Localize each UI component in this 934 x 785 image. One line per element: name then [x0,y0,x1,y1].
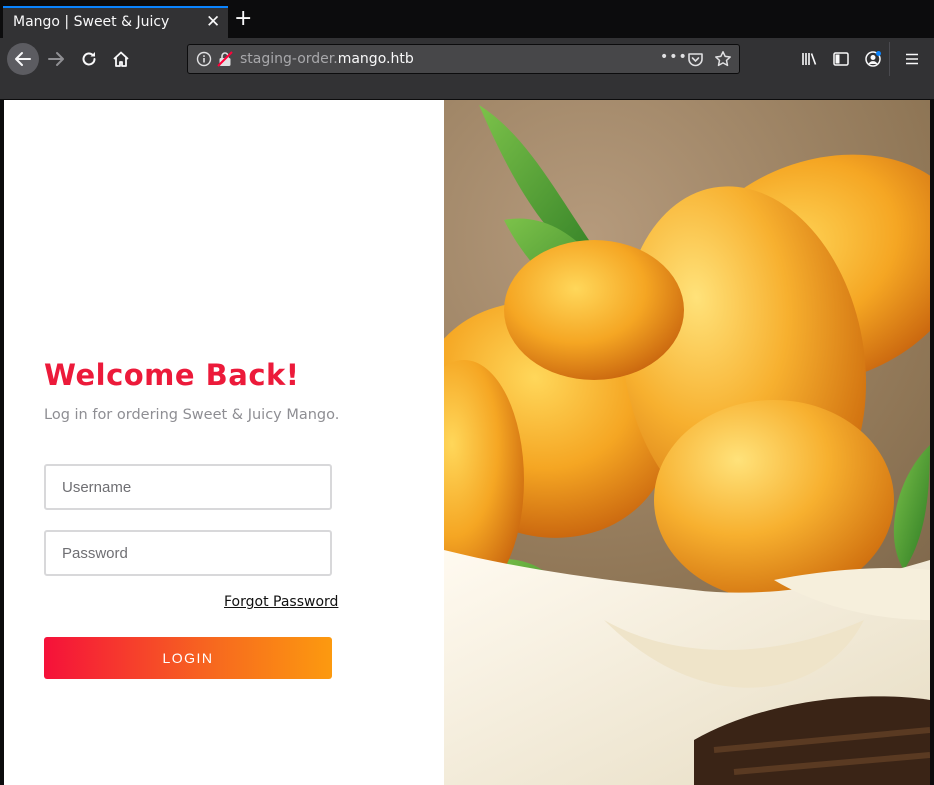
insecure-lock-icon[interactable] [217,51,233,67]
navigation-toolbar: staging-order.mango.htb ••• [0,38,934,100]
tab-strip: Mango | Sweet & Juicy ✕ + [0,0,934,38]
address-bar[interactable]: staging-order.mango.htb ••• [187,44,740,74]
url-subdomain: staging-order. [240,51,338,67]
url-text[interactable]: staging-order.mango.htb [240,51,414,67]
url-domain: mango.htb [337,51,414,67]
login-subtitle: Log in for ordering Sweet & Juicy Mango. [44,407,340,423]
welcome-heading: Welcome Back! [44,358,300,392]
pocket-icon[interactable] [687,51,704,68]
info-icon[interactable] [196,51,212,67]
login-button[interactable]: LOGIN [44,637,332,679]
reload-button[interactable] [74,44,104,74]
sidebar-button[interactable] [826,44,856,74]
tab-close-icon[interactable]: ✕ [206,13,220,31]
page-actions-icon[interactable]: ••• [660,49,688,65]
forward-arrow-icon [48,52,64,66]
back-arrow-icon [15,52,31,66]
library-icon [802,53,817,65]
password-input[interactable] [44,530,332,576]
menu-button[interactable] [897,44,927,74]
sidebar-icon [833,52,849,66]
username-input[interactable] [44,464,332,510]
web-page: Welcome Back! Log in for ordering Sweet … [4,100,930,785]
login-panel: Welcome Back! Log in for ordering Sweet … [4,100,444,785]
toolbar-separator [889,42,890,76]
browser-tab[interactable]: Mango | Sweet & Juicy ✕ [3,6,228,38]
account-button[interactable] [858,44,888,74]
new-tab-icon[interactable]: + [234,8,252,30]
hamburger-menu-icon [906,53,918,65]
home-button[interactable] [106,44,136,74]
hero-image [444,100,930,785]
back-button[interactable] [7,43,39,75]
mangoes-illustration [444,105,930,785]
library-button[interactable] [794,44,824,74]
forgot-password-link[interactable]: Forgot Password [224,594,338,610]
home-icon [113,51,129,67]
forward-button[interactable] [41,44,71,74]
tab-title: Mango | Sweet & Juicy [13,14,170,30]
account-icon [865,51,881,67]
reload-icon [82,52,96,66]
bookmark-star-icon[interactable] [714,50,732,68]
